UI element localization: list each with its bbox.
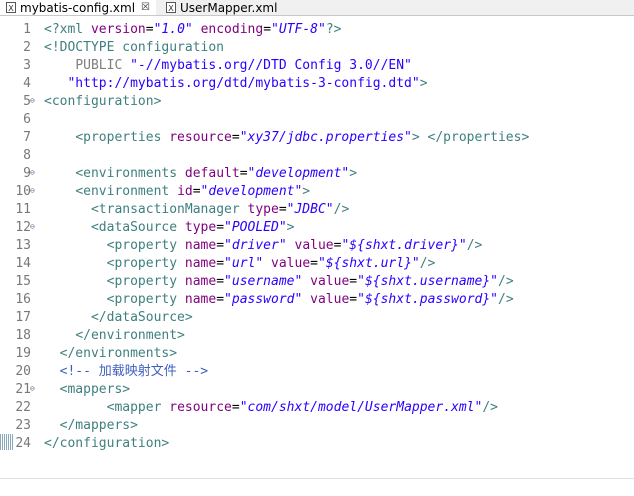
- code-line[interactable]: 14 <property name="url" value="${shxt.ur…: [0, 255, 634, 273]
- code-text[interactable]: </configuration>: [44, 435, 169, 453]
- line-number: 21: [15, 382, 31, 397]
- editor-tab-bar: X mybatis-config.xml ☒ X UserMapper.xml: [0, 0, 634, 16]
- fold-toggle-icon[interactable]: ⊖: [30, 385, 38, 393]
- code-line[interactable]: 18 </environment>: [0, 327, 634, 345]
- code-text[interactable]: <property name="password" value="${shxt.…: [44, 291, 514, 309]
- code-line[interactable]: 22 <mapper resource="com/shxt/model/User…: [0, 399, 634, 417]
- line-number: 3: [23, 58, 31, 73]
- code-text[interactable]: <properties resource="xy37/jdbc.properti…: [44, 129, 529, 147]
- code-text[interactable]: <configuration>: [44, 93, 161, 111]
- code-text[interactable]: </environment>: [44, 327, 185, 345]
- fold-toggle-icon[interactable]: ⊖: [30, 187, 38, 195]
- tab-usermapper[interactable]: X UserMapper.xml: [160, 0, 290, 15]
- code-text[interactable]: <dataSource type="POOLED">: [44, 219, 295, 237]
- code-text[interactable]: <!DOCTYPE configuration: [44, 39, 224, 57]
- editor-bottom-edge: [0, 478, 634, 479]
- code-line[interactable]: 6: [0, 111, 634, 129]
- line-number: 18: [15, 328, 31, 343]
- code-text[interactable]: <!-- 加载映射文件 -->: [44, 363, 208, 381]
- code-line[interactable]: 24 </configuration>: [0, 435, 634, 453]
- code-line[interactable]: 5 ⊖ <configuration>: [0, 93, 634, 111]
- line-number: 22: [15, 400, 31, 415]
- line-number: 19: [15, 346, 31, 361]
- code-line[interactable]: 13 <property name="driver" value="${shxt…: [0, 237, 634, 255]
- code-text[interactable]: <property name="driver" value="${shxt.dr…: [44, 237, 483, 255]
- close-icon[interactable]: ☒: [141, 2, 150, 13]
- code-line[interactable]: 4 "http://mybatis.org/dtd/mybatis-3-conf…: [0, 75, 634, 93]
- line-number: 20: [15, 364, 31, 379]
- line-number: 9: [23, 166, 31, 181]
- code-line[interactable]: 9 ⊖ <environments default="development">: [0, 165, 634, 183]
- code-text[interactable]: <mapper resource="com/shxt/model/UserMap…: [44, 399, 498, 417]
- code-line[interactable]: 1 <?xml version="1.0" encoding="UTF-8"?>: [0, 21, 634, 39]
- code-text[interactable]: <environment id="development">: [44, 183, 310, 201]
- code-line[interactable]: 21 ⊖ <mappers>: [0, 381, 634, 399]
- code-text[interactable]: <transactionManager type="JDBC"/>: [44, 201, 349, 219]
- code-editor[interactable]: 1 <?xml version="1.0" encoding="UTF-8"?> 2…: [0, 16, 634, 496]
- line-number: 16: [15, 292, 31, 307]
- code-text[interactable]: <mappers>: [44, 381, 130, 399]
- line-number: 1: [23, 22, 31, 37]
- line-number: 12: [15, 220, 31, 235]
- code-text[interactable]: <property name="username" value="${shxt.…: [44, 273, 514, 291]
- tab-mybatis-config[interactable]: X mybatis-config.xml ☒: [0, 0, 156, 15]
- line-number: 23: [15, 418, 31, 433]
- xml-file-icon: X: [166, 2, 176, 13]
- code-text[interactable]: </dataSource>: [44, 309, 193, 327]
- code-line[interactable]: 17 </dataSource>: [0, 309, 634, 327]
- line-number: 10: [15, 184, 31, 199]
- line-number: 6: [23, 112, 31, 127]
- code-line[interactable]: 7 <properties resource="xy37/jdbc.proper…: [0, 129, 634, 147]
- code-line[interactable]: 11 <transactionManager type="JDBC"/>: [0, 201, 634, 219]
- code-line[interactable]: 8: [0, 147, 634, 165]
- code-line[interactable]: 19 </environments>: [0, 345, 634, 363]
- code-line[interactable]: 2 <!DOCTYPE configuration: [0, 39, 634, 57]
- code-line[interactable]: 20 <!-- 加载映射文件 -->: [0, 363, 634, 381]
- xml-file-icon: X: [6, 2, 16, 13]
- line-number: 14: [15, 256, 31, 271]
- code-text[interactable]: </mappers>: [44, 417, 138, 435]
- code-text[interactable]: <environments default="development">: [44, 165, 357, 183]
- current-line-marker: [0, 434, 14, 450]
- fold-toggle-icon[interactable]: ⊖: [30, 223, 38, 231]
- code-text[interactable]: <?xml version="1.0" encoding="UTF-8"?>: [44, 21, 341, 39]
- line-number: 13: [15, 238, 31, 253]
- code-text[interactable]: "http://mybatis.org/dtd/mybatis-3-config…: [44, 75, 427, 93]
- fold-toggle-icon[interactable]: ⊖: [30, 169, 38, 177]
- line-number: 4: [23, 76, 31, 91]
- line-number: 17: [15, 310, 31, 325]
- code-line[interactable]: 12 ⊖ <dataSource type="POOLED">: [0, 219, 634, 237]
- code-line[interactable]: 16 <property name="password" value="${sh…: [0, 291, 634, 309]
- tab-label: UserMapper.xml: [180, 0, 278, 15]
- tab-label: mybatis-config.xml: [20, 0, 136, 15]
- fold-toggle-icon[interactable]: ⊖: [30, 97, 38, 105]
- code-line[interactable]: 10 ⊖ <environment id="development">: [0, 183, 634, 201]
- code-text[interactable]: <property name="url" value="${shxt.url}"…: [44, 255, 436, 273]
- code-line[interactable]: 15 <property name="username" value="${sh…: [0, 273, 634, 291]
- code-text[interactable]: </environments>: [44, 345, 177, 363]
- line-number: 15: [15, 274, 31, 289]
- line-number: 11: [15, 202, 31, 217]
- code-line[interactable]: 23 </mappers>: [0, 417, 634, 435]
- line-number: 2: [23, 40, 31, 55]
- line-number: 8: [23, 148, 31, 163]
- line-number: 7: [23, 130, 31, 145]
- line-number: 5: [23, 94, 31, 109]
- code-line[interactable]: 3 PUBLIC "-//mybatis.org//DTD Config 3.0…: [0, 57, 634, 75]
- code-text[interactable]: PUBLIC "-//mybatis.org//DTD Config 3.0//…: [44, 57, 412, 75]
